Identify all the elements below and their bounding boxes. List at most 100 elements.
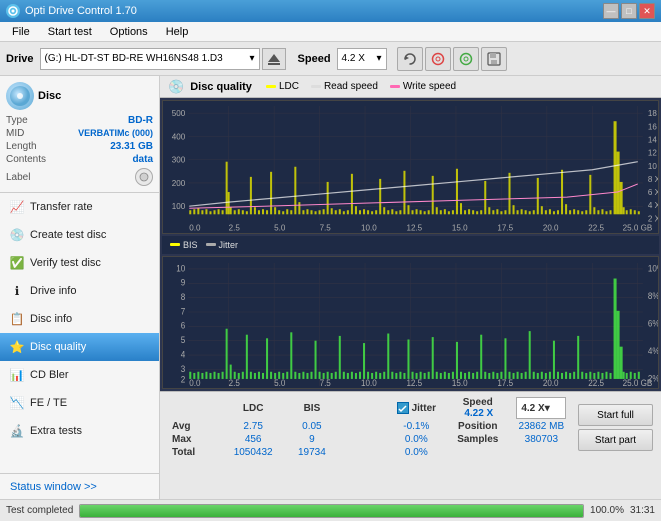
svg-text:12 X: 12 X <box>648 149 658 158</box>
svg-text:12.5: 12.5 <box>406 223 422 232</box>
drive-label: Drive <box>6 53 34 65</box>
total-jitter: 0.0% <box>386 446 447 459</box>
avg-jitter: -0.1% <box>386 420 447 433</box>
total-bis: 19734 <box>284 446 341 459</box>
length-label: Length <box>6 141 37 152</box>
bis-legend-dot <box>170 243 180 246</box>
svg-text:20.0: 20.0 <box>543 223 559 232</box>
svg-text:2.5: 2.5 <box>229 377 240 388</box>
type-label: Type <box>6 115 28 126</box>
speed-label: Speed <box>298 53 331 65</box>
speed-select[interactable]: 4.2 X ▾ <box>337 48 387 70</box>
status-text: Test completed <box>6 505 73 516</box>
sidebar-item-extra-tests[interactable]: 🔬 Extra tests <box>0 417 159 445</box>
speed-dropdown[interactable]: 4.2 X▾ <box>516 397 566 419</box>
sidebar-item-label: Disc info <box>30 313 72 325</box>
menu-help[interactable]: Help <box>158 24 197 40</box>
samples-label: Samples <box>447 433 509 446</box>
bis-header: BIS <box>284 396 341 420</box>
svg-text:6: 6 <box>181 320 186 331</box>
menu-options[interactable]: Options <box>102 24 156 40</box>
svg-text:2: 2 <box>181 373 186 384</box>
burn-button[interactable] <box>453 47 479 71</box>
svg-text:9: 9 <box>181 277 186 288</box>
start-part-button[interactable]: Start part <box>578 429 653 451</box>
disc-button[interactable] <box>425 47 451 71</box>
menu-file[interactable]: File <box>4 24 38 40</box>
svg-text:16 X: 16 X <box>648 122 658 131</box>
menu-start-test[interactable]: Start test <box>40 24 100 40</box>
progress-bar <box>79 504 584 518</box>
svg-text:22.5: 22.5 <box>588 377 604 388</box>
sidebar-item-disc-info[interactable]: 📋 Disc info <box>0 305 159 333</box>
sidebar-item-disc-quality[interactable]: ⭐ Disc quality <box>0 333 159 361</box>
minimize-button[interactable]: — <box>603 3 619 19</box>
refresh-button[interactable] <box>397 47 423 71</box>
total-ldc: 1050432 <box>223 446 284 459</box>
sidebar-item-verify-test-disc[interactable]: ✅ Verify test disc <box>0 249 159 277</box>
content-title: Disc quality <box>190 81 252 93</box>
sidebar-item-fe-te[interactable]: 📉 FE / TE <box>0 389 159 417</box>
svg-text:10%: 10% <box>648 262 658 273</box>
sidebar-item-label: FE / TE <box>30 397 67 409</box>
ldc-legend-label: LDC <box>279 81 299 92</box>
disc-section-title: Disc <box>38 90 61 102</box>
sidebar-item-label: CD Bler <box>30 369 69 381</box>
svg-text:15.0: 15.0 <box>452 223 468 232</box>
sidebar: Disc Type BD-R MID VERBATIMc (000) Lengt… <box>0 76 160 499</box>
toolbar: Drive (G:) HL-DT-ST BD-RE WH16NS48 1.D3 … <box>0 42 661 76</box>
disc-panel: Disc Type BD-R MID VERBATIMc (000) Lengt… <box>0 76 159 193</box>
avg-bis: 0.05 <box>284 420 341 433</box>
cd-bler-icon: 📊 <box>10 368 24 382</box>
svg-text:8%: 8% <box>648 290 658 301</box>
svg-text:2.5: 2.5 <box>229 223 241 232</box>
total-label: Total <box>168 446 223 459</box>
jitter-header: Jitter <box>412 403 436 414</box>
nav-items: 📈 Transfer rate 💿 Create test disc ✅ Ver… <box>0 193 159 473</box>
progress-percent: 100.0% <box>590 505 624 516</box>
svg-text:400: 400 <box>172 132 186 141</box>
svg-text:4 X: 4 X <box>648 201 658 210</box>
drive-select[interactable]: (G:) HL-DT-ST BD-RE WH16NS48 1.D3 ▾ <box>40 48 260 70</box>
svg-text:3: 3 <box>181 363 186 374</box>
create-test-disc-icon: 💿 <box>10 228 24 242</box>
jitter-legend-dot <box>206 243 216 246</box>
svg-text:0.0: 0.0 <box>189 223 201 232</box>
max-jitter: 0.0% <box>386 433 447 446</box>
content-header: 💿 Disc quality LDC Read speed Write spee… <box>160 76 661 98</box>
content-area: 💿 Disc quality LDC Read speed Write spee… <box>160 76 661 499</box>
sidebar-item-transfer-rate[interactable]: 📈 Transfer rate <box>0 193 159 221</box>
svg-text:10.0: 10.0 <box>361 223 377 232</box>
extra-tests-icon: 🔬 <box>10 424 24 438</box>
main-layout: Disc Type BD-R MID VERBATIMc (000) Lengt… <box>0 76 661 499</box>
svg-text:100: 100 <box>172 202 186 211</box>
read-speed-legend-label: Read speed <box>324 81 378 92</box>
sidebar-item-cd-bler[interactable]: 📊 CD Bler <box>0 361 159 389</box>
max-label: Max <box>168 433 223 446</box>
app-title: Opti Drive Control 1.70 <box>25 5 137 17</box>
status-window-button[interactable]: Status window >> <box>0 473 159 499</box>
transfer-rate-icon: 📈 <box>10 200 24 214</box>
svg-text:15.0: 15.0 <box>452 377 468 388</box>
svg-text:18 X: 18 X <box>648 109 658 118</box>
drive-info-icon: ℹ <box>10 284 24 298</box>
write-speed-legend-dot <box>390 85 400 88</box>
mid-label: MID <box>6 128 24 139</box>
progress-bar-fill <box>80 505 583 517</box>
label-button[interactable] <box>135 168 153 186</box>
ldc-header: LDC <box>223 396 284 420</box>
sidebar-item-drive-info[interactable]: ℹ Drive info <box>0 277 159 305</box>
svg-text:4: 4 <box>181 348 186 359</box>
start-full-button[interactable]: Start full <box>578 404 653 426</box>
close-button[interactable]: ✕ <box>639 3 655 19</box>
eject-button[interactable] <box>262 48 286 70</box>
jitter-checkbox[interactable] <box>397 402 409 414</box>
sidebar-item-create-test-disc[interactable]: 💿 Create test disc <box>0 221 159 249</box>
label-label: Label <box>6 172 30 183</box>
avg-label: Avg <box>168 420 223 433</box>
speed-value: 4.22 X <box>464 408 493 419</box>
svg-text:8: 8 <box>181 291 186 302</box>
disc-info-icon: 📋 <box>10 312 24 326</box>
save-button[interactable] <box>481 47 507 71</box>
maximize-button[interactable]: □ <box>621 3 637 19</box>
